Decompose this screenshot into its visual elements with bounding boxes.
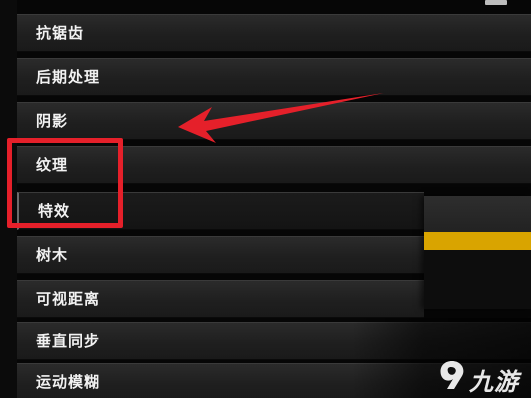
setting-label: 阴影	[36, 112, 69, 130]
watermark: 九游	[352, 318, 531, 398]
setting-label: 抗锯齿	[36, 24, 85, 42]
setting-row-effects[interactable]: 特效	[17, 192, 424, 230]
dropdown-header[interactable]	[424, 196, 531, 232]
left-border-strip	[0, 0, 17, 398]
watermark-text: 九游	[469, 368, 519, 396]
setting-label: 运动模糊	[36, 373, 101, 391]
jiuyou-logo-icon	[440, 361, 464, 389]
annotation-arrow-icon	[178, 93, 384, 143]
setting-label: 后期处理	[36, 68, 101, 86]
setting-label: 树木	[36, 246, 69, 264]
setting-row-textures[interactable]: 纹理	[17, 146, 531, 184]
setting-row-view-distance[interactable]: 可视距离	[17, 280, 424, 318]
setting-label: 可视距离	[36, 290, 101, 308]
game-settings-screen: 抗锯齿 后期处理 阴影 纹理 特效 树木 可视距离 垂直同步 运动模糊 九游	[0, 0, 531, 398]
setting-label: 纹理	[36, 156, 69, 174]
setting-label: 垂直同步	[36, 332, 101, 350]
setting-label: 特效	[38, 202, 71, 220]
dropdown-selected-option[interactable]	[424, 232, 531, 250]
setting-row-antialiasing[interactable]: 抗锯齿	[17, 14, 531, 52]
setting-row-trees[interactable]: 树木	[17, 236, 424, 274]
effects-dropdown[interactable]	[424, 196, 531, 309]
